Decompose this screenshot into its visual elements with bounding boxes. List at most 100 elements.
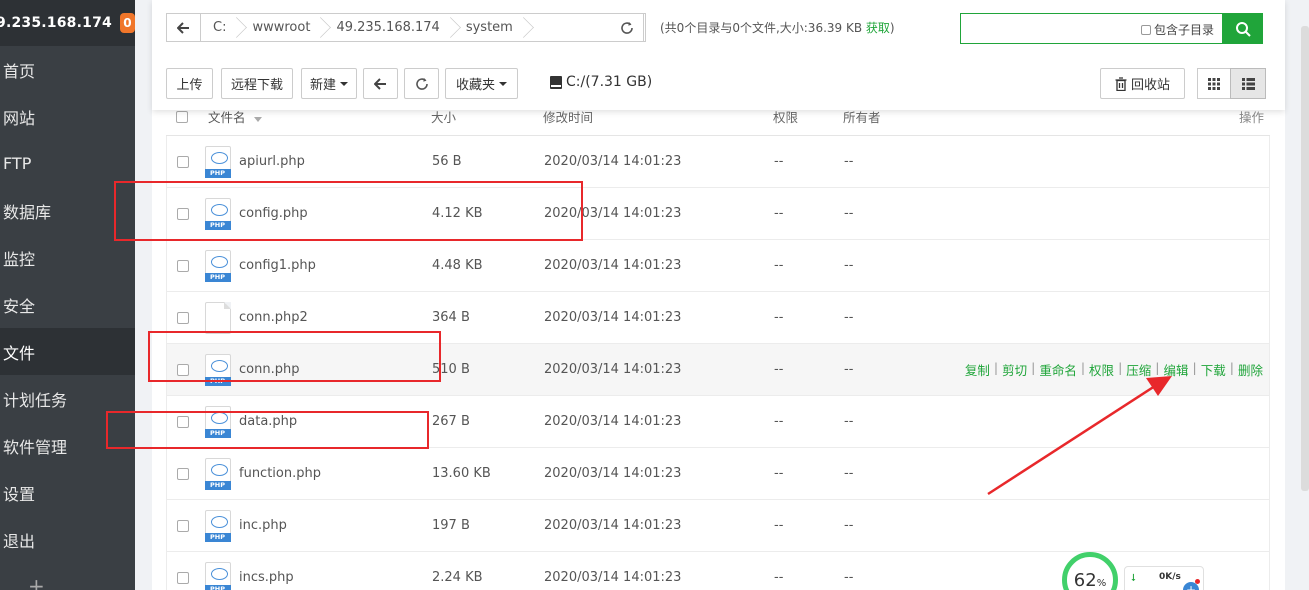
row-checkbox[interactable] bbox=[167, 467, 196, 480]
row-action-link[interactable]: 压缩 bbox=[1126, 360, 1151, 379]
row-action-link[interactable]: 复制 bbox=[965, 360, 990, 379]
search-input[interactable]: 包含子目录 bbox=[960, 13, 1223, 44]
file-mtime: 2020/03/14 14:01:23 bbox=[544, 466, 682, 481]
file-name[interactable]: inc.php bbox=[239, 518, 432, 533]
sidebar-item[interactable]: 网站 bbox=[0, 93, 135, 140]
favorites-dropdown-button[interactable]: 收藏夹 bbox=[445, 68, 518, 99]
memory-gauge[interactable]: 62% bbox=[1062, 552, 1118, 590]
row-checkbox[interactable] bbox=[167, 363, 196, 376]
file-name[interactable]: function.php bbox=[239, 466, 432, 481]
upload-button[interactable]: 上传 bbox=[166, 68, 213, 99]
sidebar-item[interactable]: 计划任务 bbox=[0, 375, 135, 422]
row-checkbox[interactable] bbox=[167, 259, 196, 272]
file-name[interactable]: incs.php bbox=[239, 570, 432, 585]
checkbox-icon[interactable] bbox=[1140, 24, 1151, 35]
file-name[interactable]: config.php bbox=[239, 206, 432, 221]
directory-info: (共0个目录与0个文件,大小:36.39 KB 获取) bbox=[660, 21, 895, 35]
row-checkbox[interactable] bbox=[167, 311, 196, 324]
page-scrollbar[interactable] bbox=[1301, 26, 1309, 491]
row-action-link[interactable]: 编辑 bbox=[1164, 360, 1189, 379]
remote-download-button[interactable]: 远程下载 bbox=[221, 68, 293, 99]
row-checkbox[interactable] bbox=[167, 519, 196, 532]
file-mtime: 2020/03/14 14:01:23 bbox=[544, 258, 682, 273]
php-file-icon: PHP bbox=[204, 509, 231, 542]
php-file-icon: PHP bbox=[204, 405, 231, 438]
sidebar-item[interactable]: 设置 bbox=[0, 469, 135, 516]
sidebar-header: 9.235.168.174 0 bbox=[0, 0, 135, 46]
file-name[interactable]: conn.php bbox=[239, 362, 432, 377]
row-checkbox[interactable] bbox=[167, 571, 196, 584]
file-perm: -- bbox=[774, 466, 784, 481]
file-size: 4.12 KB bbox=[432, 206, 483, 221]
file-owner: -- bbox=[844, 206, 854, 221]
speed-widget[interactable]: 62% ⭣ 0K/s + bbox=[1062, 552, 1212, 590]
file-owner: -- bbox=[844, 518, 854, 533]
notification-badge[interactable]: 0 bbox=[119, 13, 135, 33]
back-arrow-icon[interactable] bbox=[167, 14, 201, 41]
include-subdir-checkbox[interactable]: 包含子目录 bbox=[1140, 21, 1214, 38]
file-owner: -- bbox=[844, 258, 854, 273]
table-row[interactable]: PHP data.php 267 B 2020/03/14 14:01:23 -- -- bbox=[166, 396, 1270, 448]
add-icon[interactable]: + bbox=[28, 574, 45, 590]
table-row[interactable]: PHP inc.php 197 B 2020/03/14 14:01:23 -- -- bbox=[166, 500, 1270, 552]
file-perm: -- bbox=[774, 570, 784, 585]
sidebar-item[interactable]: 安全 bbox=[0, 281, 135, 328]
get-size-link[interactable]: 获取 bbox=[866, 21, 890, 35]
php-file-icon: PHP bbox=[204, 353, 231, 386]
breadcrumb-segment-drive[interactable]: C: bbox=[201, 14, 240, 41]
new-dropdown-button[interactable]: 新建 bbox=[301, 68, 357, 99]
file-size: 364 B bbox=[432, 310, 470, 325]
select-all-checkbox[interactable] bbox=[166, 110, 195, 123]
sidebar-item[interactable]: 数据库 bbox=[0, 187, 135, 234]
php-file-icon: PHP bbox=[204, 457, 231, 490]
row-actions: 复制 | 剪切 | 重命名 | 权限 | 压缩 | 编辑 | 下载 | 删除 bbox=[964, 360, 1263, 379]
file-perm: -- bbox=[774, 518, 784, 533]
breadcrumb-segment-wwwroot[interactable]: wwwroot bbox=[240, 14, 324, 41]
row-checkbox[interactable] bbox=[167, 155, 196, 168]
sidebar-item[interactable]: 监控 bbox=[0, 234, 135, 281]
caret-down-icon bbox=[340, 81, 348, 86]
breadcrumb: C: wwwroot 49.235.168.174 system bbox=[166, 13, 646, 42]
row-checkbox[interactable] bbox=[167, 207, 196, 220]
list-icon bbox=[1241, 77, 1255, 90]
file-perm: -- bbox=[774, 154, 784, 169]
row-action-link[interactable]: 重命名 bbox=[1039, 360, 1077, 379]
row-action-link[interactable]: 权限 bbox=[1089, 360, 1114, 379]
table-row[interactable]: PHP function.php 13.60 KB 2020/03/14 14:01:… bbox=[166, 448, 1270, 500]
file-size: 2.24 KB bbox=[432, 570, 483, 585]
row-action-link[interactable]: 下载 bbox=[1201, 360, 1226, 379]
sidebar-item[interactable]: 文件 bbox=[0, 328, 135, 375]
sidebar-item[interactable]: 软件管理 bbox=[0, 422, 135, 469]
file-perm: -- bbox=[774, 414, 784, 429]
breadcrumb-segment-system[interactable]: system bbox=[454, 14, 527, 41]
file-size: 510 B bbox=[432, 362, 470, 377]
recycle-bin-button[interactable]: 回收站 bbox=[1100, 68, 1185, 99]
file-mtime: 2020/03/14 14:01:23 bbox=[544, 518, 682, 533]
table-row[interactable]: conn.php2 364 B 2020/03/14 14:01:23 -- -- bbox=[166, 292, 1270, 344]
file-perm: -- bbox=[774, 258, 784, 273]
sidebar-item[interactable]: FTP bbox=[0, 140, 135, 187]
row-action-link[interactable]: 删除 bbox=[1238, 360, 1263, 379]
grid-view-toggle[interactable] bbox=[1197, 68, 1231, 99]
sidebar-item[interactable]: 首页 bbox=[0, 46, 135, 93]
disk-usage[interactable]: C:/(7.31 GB) bbox=[550, 74, 652, 90]
row-checkbox[interactable] bbox=[167, 415, 196, 428]
file-manager: C: wwwroot 49.235.168.174 system (共0个目录与… bbox=[152, 0, 1285, 590]
file-name[interactable]: config1.php bbox=[239, 258, 432, 273]
file-name[interactable]: apiurl.php bbox=[239, 154, 432, 169]
file-name[interactable]: data.php bbox=[239, 414, 432, 429]
refresh-path-icon[interactable] bbox=[610, 13, 644, 42]
table-row[interactable]: PHP apiurl.php 56 B 2020/03/14 14:01:23 -- -- bbox=[166, 136, 1270, 188]
sidebar-item[interactable]: 退出 bbox=[0, 516, 135, 563]
refresh-button[interactable] bbox=[404, 68, 439, 99]
back-button[interactable] bbox=[363, 68, 398, 99]
file-name[interactable]: conn.php2 bbox=[239, 310, 432, 325]
list-view-toggle[interactable] bbox=[1230, 68, 1266, 99]
table-row[interactable]: PHP conn.php 510 B 2020/03/14 14:01:23 -- -- 复… bbox=[166, 344, 1270, 396]
table-row[interactable]: PHP config1.php 4.48 KB 2020/03/14 14:01:23… bbox=[166, 240, 1270, 292]
file-owner: -- bbox=[844, 362, 854, 377]
breadcrumb-segment-site[interactable]: 49.235.168.174 bbox=[324, 14, 453, 41]
search-button[interactable] bbox=[1223, 13, 1263, 44]
row-action-link[interactable]: 剪切 bbox=[1002, 360, 1027, 379]
table-row[interactable]: PHP config.php 4.12 KB 2020/03/14 14:01:23 -… bbox=[166, 188, 1270, 240]
